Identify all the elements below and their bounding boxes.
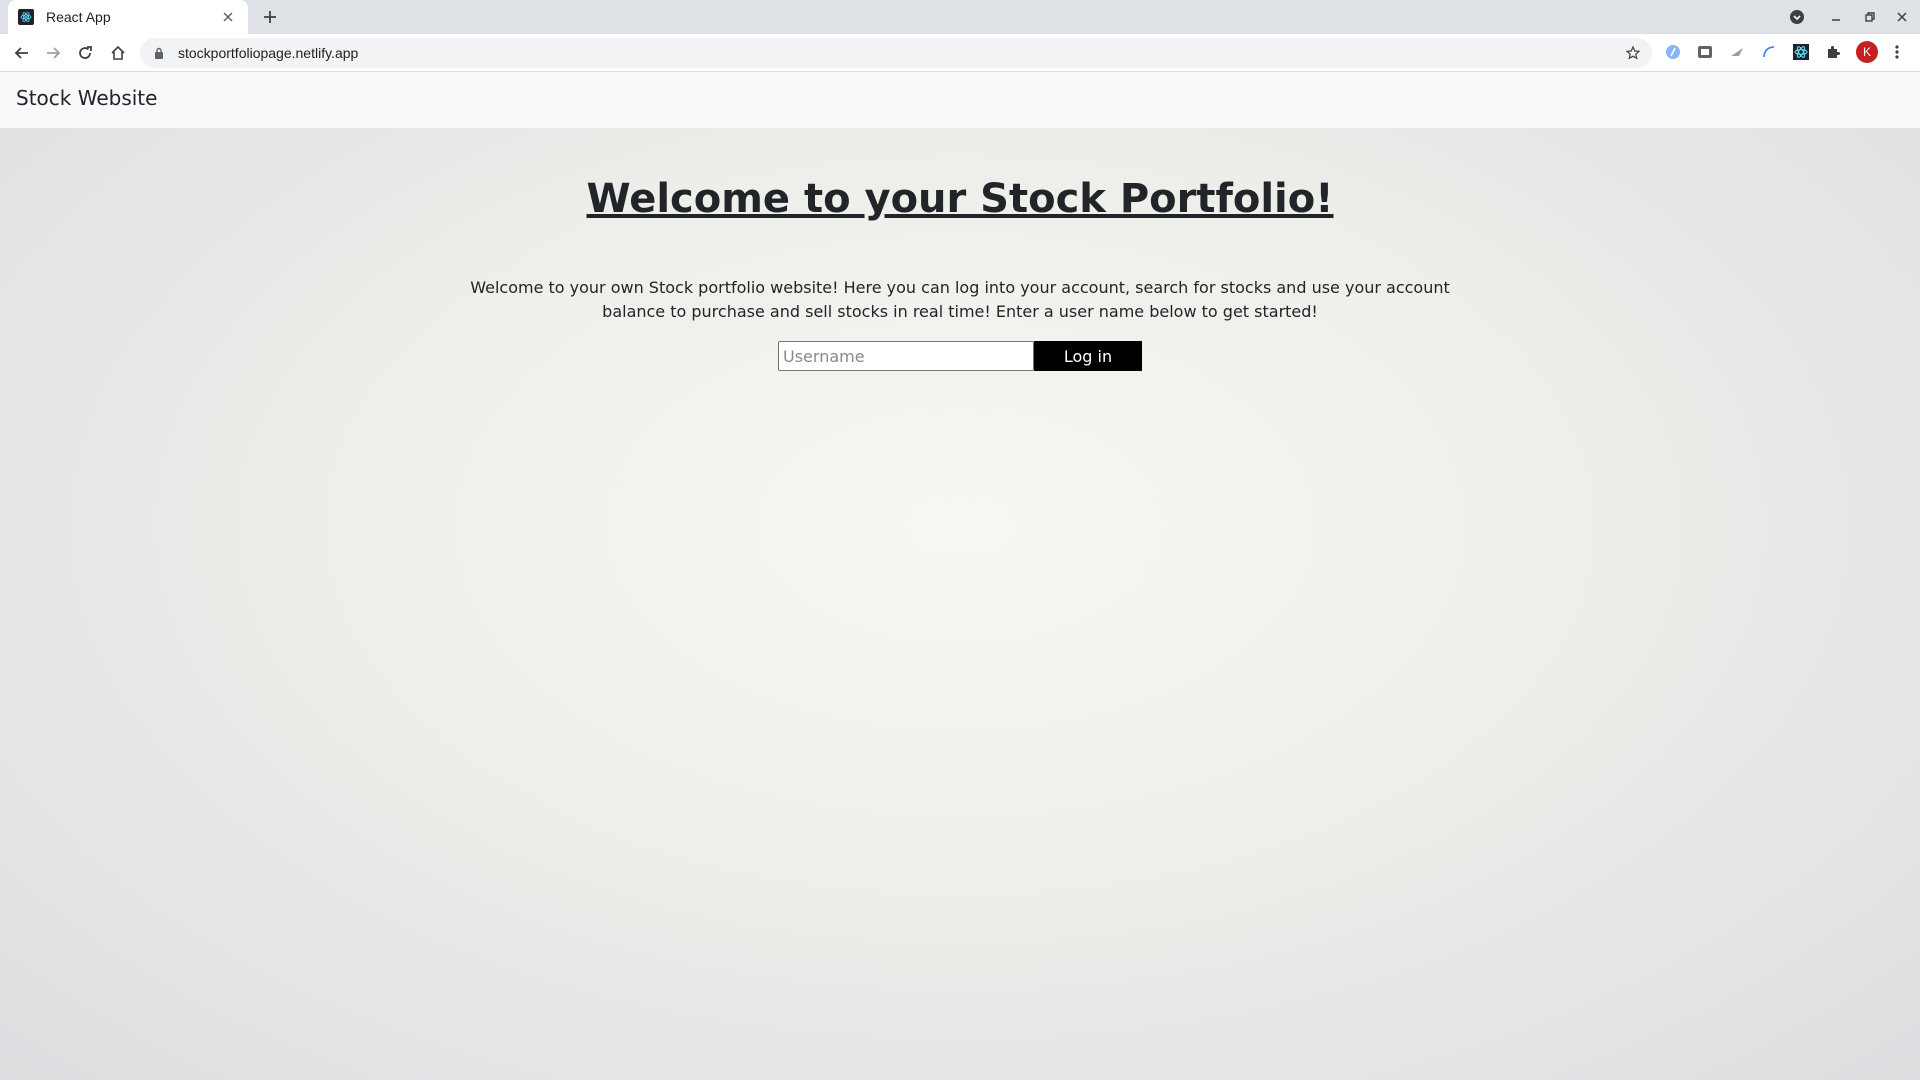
home-icon[interactable]	[106, 41, 130, 65]
web-page: Stock Website Welcome to your Stock Port…	[0, 72, 1920, 1080]
tab-search-icon[interactable]	[1786, 6, 1808, 28]
extension-1-icon[interactable]	[1663, 42, 1683, 62]
tab-strip: React App	[0, 0, 1920, 34]
username-input[interactable]	[778, 341, 1034, 371]
restore-icon[interactable]	[1859, 6, 1881, 28]
navbar: Stock Website	[0, 72, 1920, 128]
lock-icon[interactable]	[152, 46, 166, 60]
extensions-puzzle-icon[interactable]	[1823, 42, 1843, 62]
new-tab-icon[interactable]	[258, 5, 282, 29]
bookmark-star-icon[interactable]	[1622, 42, 1644, 64]
close-window-icon[interactable]	[1891, 6, 1913, 28]
browser-tab[interactable]: React App	[8, 0, 248, 34]
react-devtools-icon[interactable]	[1791, 42, 1811, 62]
extension-2-icon[interactable]	[1695, 42, 1715, 62]
navbar-brand[interactable]: Stock Website	[16, 86, 157, 110]
back-icon[interactable]	[10, 41, 34, 65]
browser-menu-icon[interactable]	[1887, 42, 1907, 62]
reload-icon[interactable]	[73, 41, 97, 65]
login-form: Log in	[778, 341, 1142, 371]
intro-text: Welcome to your own Stock portfolio webs…	[470, 278, 1450, 321]
page-title: Welcome to your Stock Portfolio!	[586, 176, 1334, 222]
login-button[interactable]: Log in	[1034, 341, 1142, 371]
tab-title: React App	[46, 9, 111, 25]
minimize-icon[interactable]	[1825, 6, 1847, 28]
extension-4-icon[interactable]	[1759, 42, 1779, 62]
react-favicon-icon	[18, 9, 34, 25]
url-text[interactable]: stockportfoliopage.netlify.app	[178, 45, 1622, 61]
browser-toolbar: stockportfoliopage.netlify.app	[0, 34, 1920, 72]
profile-avatar[interactable]: K	[1856, 41, 1878, 63]
extension-3-icon[interactable]	[1727, 42, 1747, 62]
forward-icon[interactable]	[41, 41, 65, 65]
close-tab-icon[interactable]	[218, 7, 238, 27]
address-bar[interactable]: stockportfoliopage.netlify.app	[140, 38, 1652, 68]
